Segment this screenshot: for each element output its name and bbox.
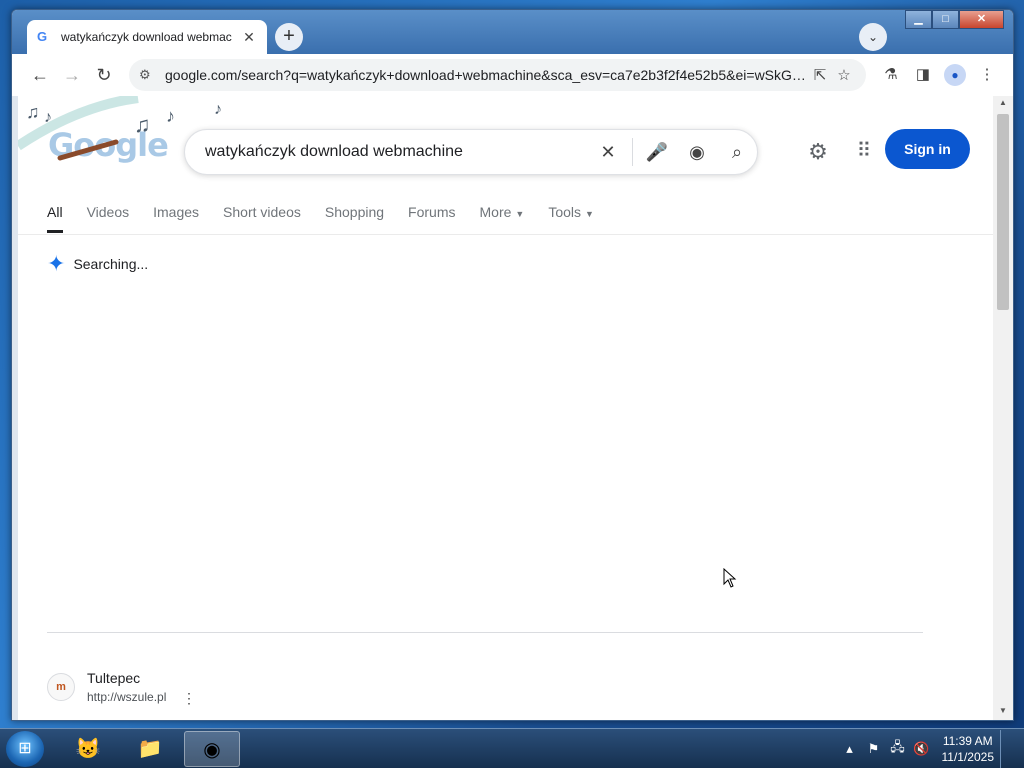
search-box[interactable]: watykańczyk download webmachine ✕ 🎤 ◉ ⌕ xyxy=(184,129,758,175)
menu-kebab-icon[interactable]: ⋮ xyxy=(971,59,1003,91)
tab-more-label: More xyxy=(479,204,512,220)
url-text: google.com/search?q=watykańczyk+download… xyxy=(165,67,808,83)
site-info-icon[interactable]: ⚙ xyxy=(139,67,161,83)
sparkle-icon: ✦ xyxy=(47,251,66,276)
clock-date: 11/1/2025 xyxy=(941,750,995,764)
tab-more[interactable]: More ▼ xyxy=(480,204,525,233)
reload-button[interactable]: ↻ xyxy=(88,59,120,91)
tab-images[interactable]: Images xyxy=(153,204,199,233)
taskbar-app-cat-icon[interactable]: 😺 xyxy=(60,731,116,767)
svg-text:♪: ♪ xyxy=(44,109,52,126)
tabs-divider xyxy=(18,234,994,235)
tab-short-videos[interactable]: Short videos xyxy=(223,204,301,233)
address-bar[interactable]: ⚙ google.com/search?q=watykańczyk+downlo… xyxy=(129,59,866,91)
result-site-name[interactable]: Tultepec xyxy=(87,670,166,686)
scroll-down-icon[interactable]: ▼ xyxy=(993,706,1013,720)
window-controls: ▁ □ ✕ xyxy=(905,10,1004,29)
labs-flask-icon[interactable]: ⚗ xyxy=(875,59,907,91)
search-divider xyxy=(632,138,633,166)
clear-icon[interactable]: ✕ xyxy=(588,142,628,163)
google-favicon-icon: G xyxy=(37,29,48,44)
result-url[interactable]: http://wszule.pl xyxy=(87,690,166,704)
scroll-up-icon[interactable]: ▲ xyxy=(993,98,1013,112)
ai-searching-status: ✦ Searching... xyxy=(47,251,148,277)
apps-grid-icon[interactable]: ⠿ xyxy=(848,136,880,168)
microphone-icon[interactable]: 🎤 xyxy=(637,142,677,163)
chevron-down-icon: ▼ xyxy=(515,209,525,219)
taskbar-browser-icon[interactable]: ◉ xyxy=(184,731,240,767)
search-page: ♫ ♪ ♫ ♪ ♪ Google watykańczyk download we… xyxy=(18,96,994,720)
tab-close-icon[interactable]: ✕ xyxy=(241,29,257,46)
chevron-down-icon: ▼ xyxy=(585,209,594,219)
tab-tools[interactable]: Tools ▼ xyxy=(548,204,594,233)
tab-tools-label: Tools xyxy=(548,204,582,220)
search-query[interactable]: watykańczyk download webmachine xyxy=(205,143,588,161)
close-button[interactable]: ✕ xyxy=(959,10,1004,29)
forward-button[interactable]: → xyxy=(56,59,88,91)
share-icon[interactable]: ⇱ xyxy=(808,66,832,84)
maximize-button[interactable]: □ xyxy=(932,10,959,29)
action-center-flag-icon[interactable]: ⚑ xyxy=(862,741,886,757)
scroll-thumb[interactable] xyxy=(997,114,1009,310)
new-tab-button[interactable]: + xyxy=(275,23,303,51)
taskbar-explorer-folder-icon[interactable]: 📁 xyxy=(122,731,178,767)
clock-time: 11:39 AM xyxy=(942,734,993,748)
searching-text: Searching... xyxy=(73,256,149,272)
tray-expand-icon[interactable]: ▴ xyxy=(838,741,862,757)
browser-toolbar: ← → ↻ ⚙ google.com/search?q=watykańczyk+… xyxy=(12,54,1013,96)
profile-avatar-icon: ● xyxy=(944,64,966,86)
tab-forums[interactable]: Forums xyxy=(408,204,455,233)
back-button[interactable]: ← xyxy=(24,59,56,91)
svg-text:♪: ♪ xyxy=(214,101,222,118)
clock[interactable]: 11:39 AM 11/1/2025 xyxy=(942,733,995,765)
tab-search-button[interactable]: ⌄ xyxy=(859,23,887,51)
result-more-icon[interactable]: ⋮ xyxy=(182,690,196,707)
search-icon[interactable]: ⌕ xyxy=(717,142,757,163)
tab-shopping[interactable]: Shopping xyxy=(325,204,384,233)
sign-in-button[interactable]: Sign in xyxy=(885,129,970,169)
title-bar: G watykańczyk download webmac ✕ + ⌄ ▁ □ … xyxy=(12,10,1013,54)
taskbar: ⊞ 😺 📁 ◉ ▴ ⚑ 🖧 🔇 11:39 AM 11/1/2025 xyxy=(0,728,1024,768)
bookmark-star-icon[interactable]: ☆ xyxy=(832,66,856,84)
svg-text:♫: ♫ xyxy=(26,102,40,122)
mouse-cursor-icon xyxy=(723,568,737,588)
flute-doodle-icon xyxy=(57,139,119,161)
browser-window: G watykańczyk download webmac ✕ + ⌄ ▁ □ … xyxy=(11,9,1014,721)
lens-camera-icon[interactable]: ◉ xyxy=(677,142,717,163)
side-panel-icon[interactable]: ◨ xyxy=(907,59,939,91)
system-tray: ▴ ⚑ 🖧 🔇 11:39 AM 11/1/2025 xyxy=(838,729,1011,768)
search-result[interactable]: m Tultepec http://wszule.pl ⋮ xyxy=(47,670,196,706)
settings-gear-icon[interactable]: ⚙ xyxy=(802,136,834,168)
result-favicon-icon: m xyxy=(47,673,75,701)
show-desktop-button[interactable] xyxy=(1000,730,1010,768)
profile-button[interactable]: ● xyxy=(939,59,971,91)
tab-videos[interactable]: Videos xyxy=(87,204,130,233)
minimize-button[interactable]: ▁ xyxy=(905,10,932,29)
browser-tab[interactable]: G watykańczyk download webmac ✕ xyxy=(27,20,267,54)
tab-title: watykańczyk download webmac xyxy=(61,30,232,44)
volume-muted-icon[interactable]: 🔇 xyxy=(910,741,934,757)
tab-all[interactable]: All xyxy=(47,204,63,233)
svg-text:♪: ♪ xyxy=(166,106,175,126)
results-divider xyxy=(47,632,923,633)
page-scrollbar[interactable]: ▲ ▼ xyxy=(993,96,1013,720)
start-button[interactable]: ⊞ xyxy=(6,731,44,767)
search-tabs: All Videos Images Short videos Shopping … xyxy=(47,204,618,233)
network-icon[interactable]: 🖧 xyxy=(886,738,910,760)
